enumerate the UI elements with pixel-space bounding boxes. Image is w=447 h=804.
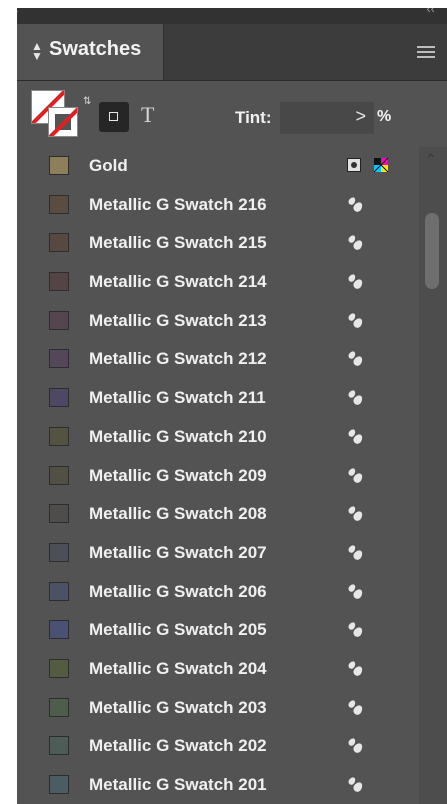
swatch-name: Metallic G Swatch 203	[89, 697, 267, 717]
swatch-color-chip	[49, 775, 69, 794]
swatch-name: Metallic G Swatch 209	[89, 465, 267, 485]
swatch-color-chip	[49, 272, 69, 292]
tint-percent-unit: %	[377, 108, 392, 125]
panel-menu-icon[interactable]	[417, 46, 435, 61]
tint-input[interactable]: >	[280, 102, 374, 134]
swatches-panel: × ‹‹ ▲▼ Swatches ⇅ T Tint: > % Gold Metal…	[17, 8, 447, 804]
mixed-ink-icon	[347, 273, 365, 291]
swatch-color-chip	[49, 658, 69, 678]
swap-fill-stroke-icon[interactable]: ⇅	[83, 96, 91, 107]
panel-tab-bar: ▲ ▼ Swatches	[17, 24, 447, 81]
swatch-row[interactable]: Metallic G Swatch 205	[17, 611, 419, 650]
collapse-panel-icon[interactable]: ‹‹	[426, 8, 435, 16]
swatch-name: Metallic G Swatch 205	[89, 620, 267, 640]
swatch-row[interactable]: Gold	[17, 147, 419, 186]
scroll-thumb[interactable]	[425, 213, 439, 289]
mixed-ink-icon	[347, 505, 365, 523]
swatch-row[interactable]: Metallic G Swatch 211	[17, 379, 419, 418]
swatch-row[interactable]: Metallic G Swatch 210	[17, 418, 419, 457]
mixed-ink-icon	[347, 311, 365, 330]
swatch-name: Metallic G Swatch 202	[89, 736, 267, 756]
swatch-color-chip	[49, 736, 69, 756]
mixed-ink-icon	[347, 659, 365, 678]
swatch-row[interactable]: Metallic G Swatch 216	[17, 186, 419, 225]
panel-title: Swatches	[49, 38, 142, 60]
swatch-color-chip	[49, 542, 69, 562]
swatch-name: Metallic G Swatch 204	[89, 658, 267, 678]
swatch-name: Metallic G Swatch 214	[89, 272, 267, 292]
swatch-row[interactable]: Metallic G Swatch 206	[17, 573, 419, 612]
cmyk-mode-icon	[374, 158, 388, 172]
swatch-name: Metallic G Swatch 207	[89, 542, 267, 562]
formatting-affects-text-button[interactable]: T	[141, 102, 154, 128]
swatch-name: Gold	[89, 156, 128, 175]
swatch-row[interactable]: Metallic G Swatch 203	[17, 689, 419, 728]
swatch-color-chip	[49, 349, 69, 369]
swatch-row[interactable]: Metallic G Swatch 207	[17, 534, 419, 573]
mixed-ink-icon	[347, 389, 365, 407]
swatch-name: Metallic G Swatch 216	[89, 194, 267, 214]
swatch-color-chip	[49, 388, 69, 408]
swatch-name: Metallic G Swatch 208	[89, 504, 267, 524]
swatch-row[interactable]: Metallic G Swatch 202	[17, 727, 419, 766]
swatch-row[interactable]: Metallic G Swatch 208	[17, 495, 419, 534]
swatch-row[interactable]: Metallic G Swatch 201	[17, 766, 419, 804]
mixed-ink-icon	[347, 621, 365, 639]
swatch-name: Metallic G Swatch 210	[89, 426, 267, 446]
swatch-row[interactable]: Metallic G Swatch 204	[17, 650, 419, 689]
close-icon[interactable]: ×	[17, 8, 19, 18]
scrollbar[interactable]: ⌃	[419, 147, 447, 804]
swatch-name: Metallic G Swatch 211	[89, 388, 266, 408]
panel-title-bar: × ‹‹	[17, 8, 447, 24]
swatch-row[interactable]: Metallic G Swatch 215	[17, 224, 419, 263]
spot-color-icon	[347, 158, 361, 172]
swatch-name: Metallic G Swatch 206	[89, 581, 267, 601]
scroll-up-arrow-icon[interactable]: ⌃	[425, 151, 437, 168]
swatch-color-chip	[49, 697, 69, 717]
swatch-color-chip	[49, 233, 69, 253]
mixed-ink-icon	[347, 582, 365, 600]
swatch-list: Gold Metallic G Swatch 216 Metallic G Swat…	[17, 147, 419, 804]
swatch-name: Metallic G Swatch 213	[89, 310, 267, 330]
swatch-row[interactable]: Metallic G Swatch 213	[17, 302, 419, 341]
mixed-ink-icon	[347, 698, 365, 717]
swatch-color-chip	[49, 620, 69, 640]
mixed-ink-icon	[347, 195, 365, 214]
tint-label: Tint:	[235, 108, 272, 127]
fill-stroke-selector[interactable]: ⇅	[31, 90, 91, 140]
swatch-controls: ⇅ T Tint: > %	[17, 80, 447, 146]
formatting-affects-container-button[interactable]	[99, 102, 129, 132]
swatch-color-chip	[49, 426, 69, 446]
swatch-color-chip	[49, 465, 69, 485]
mixed-ink-icon	[347, 350, 365, 368]
mixed-ink-icon	[347, 776, 365, 794]
swatch-color-chip	[49, 310, 69, 330]
swatch-row[interactable]: Metallic G Swatch 209	[17, 457, 419, 496]
mixed-ink-icon	[347, 543, 365, 562]
swatch-color-chip	[49, 194, 69, 214]
mixed-ink-icon	[347, 737, 365, 755]
swatch-color-chip	[49, 581, 69, 601]
expand-collapse-icon[interactable]: ▲ ▼	[31, 40, 43, 62]
mixed-ink-icon	[347, 466, 365, 484]
swatch-color-chip	[49, 504, 69, 524]
tab-swatches[interactable]: ▲ ▼ Swatches	[17, 24, 164, 80]
swatch-name: Metallic G Swatch 201	[89, 775, 267, 794]
tint-slider-arrow-icon[interactable]: >	[355, 106, 366, 127]
mixed-ink-icon	[347, 234, 365, 252]
swatch-color-chip	[49, 156, 69, 175]
mixed-ink-icon	[347, 427, 365, 446]
stroke-none-icon[interactable]	[48, 107, 78, 137]
swatch-name: Metallic G Swatch 215	[89, 233, 267, 253]
swatch-row[interactable]: Metallic G Swatch 212	[17, 340, 419, 379]
swatch-row[interactable]: Metallic G Swatch 214	[17, 263, 419, 302]
swatch-name: Metallic G Swatch 212	[89, 349, 267, 369]
